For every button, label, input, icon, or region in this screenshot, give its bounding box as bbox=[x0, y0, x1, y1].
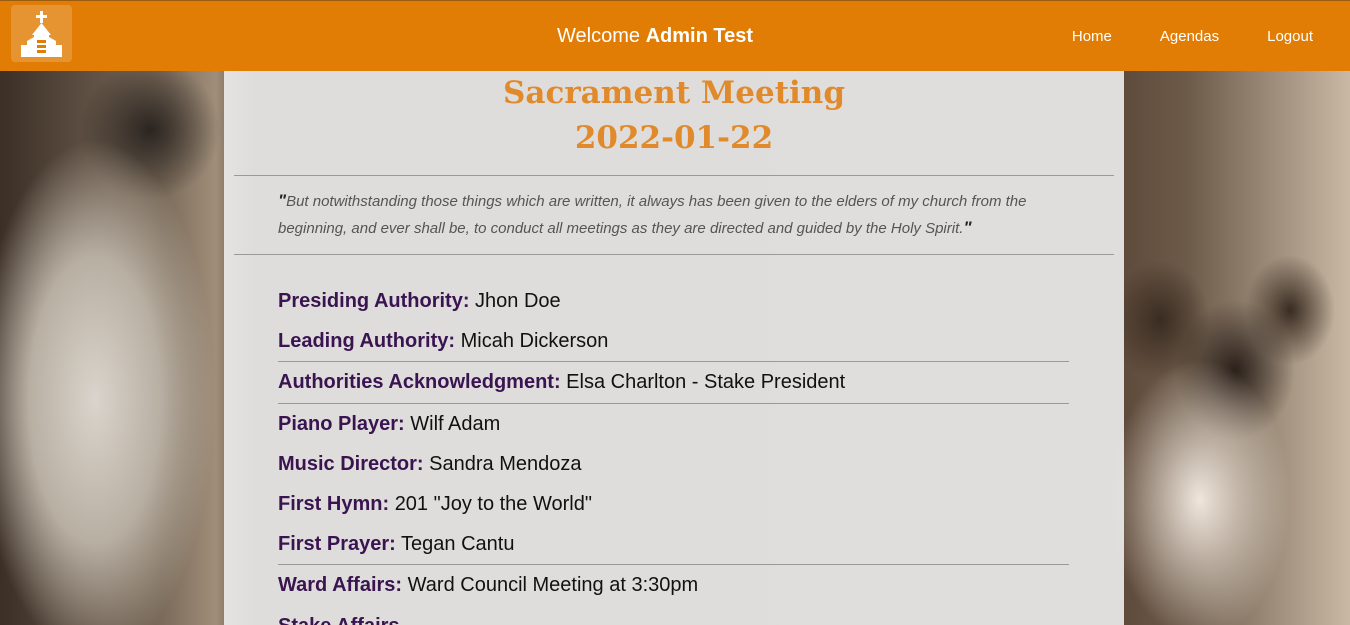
quote-open-mark: " bbox=[278, 191, 287, 210]
row-value: Wilf Adam bbox=[410, 413, 501, 435]
row-label: First Hymn: bbox=[278, 493, 390, 515]
row-value: Ward Council Meeting at 3:30pm bbox=[407, 574, 699, 596]
meeting-title: Sacrament Meeting bbox=[502, 75, 845, 111]
row-value: Tegan Cantu bbox=[401, 533, 515, 555]
agenda-row-first-prayer: First Prayer: Tegan Cantu bbox=[278, 524, 1069, 565]
agenda-row-music-director: Music Director: Sandra Mendoza bbox=[278, 444, 1069, 484]
row-value: 201 "Joy to the World" bbox=[394, 493, 592, 515]
agenda-row-stake-affairs: Stake Affairs bbox=[278, 606, 1069, 625]
agenda-row-first-hymn: First Hymn: 201 "Joy to the World" bbox=[278, 484, 1069, 524]
row-label: Presiding Authority: bbox=[278, 290, 470, 312]
row-label: Piano Player: bbox=[278, 413, 405, 435]
meeting-date: 2022-01-22 bbox=[574, 120, 774, 156]
quote-text: But notwithstanding those things which a… bbox=[278, 193, 1027, 237]
scripture-quote: "But notwithstanding those things which … bbox=[234, 175, 1114, 255]
agenda-row-acknowledgment: Authorities Acknowledgment: Elsa Charlto… bbox=[278, 362, 1069, 404]
row-label: Leading Authority: bbox=[278, 330, 456, 352]
agenda-row-presiding: Presiding Authority: Jhon Doe bbox=[278, 281, 1069, 321]
nav-agendas-link[interactable]: Agendas bbox=[1160, 28, 1219, 45]
quote-close-mark: " bbox=[963, 218, 972, 237]
row-label: Authorities Acknowledgment: bbox=[278, 371, 561, 393]
row-label: Ward Affairs: bbox=[278, 574, 403, 596]
meeting-heading: Sacrament Meeting 2022-01-22 bbox=[224, 71, 1124, 161]
top-navbar: Welcome Admin Test Home Agendas Logout bbox=[0, 0, 1350, 71]
agenda-row-ward-affairs: Ward Affairs: Ward Council Meeting at 3:… bbox=[278, 565, 1069, 606]
row-value: Elsa Charlton - Stake President bbox=[566, 371, 846, 393]
nav-menu: Home Agendas Logout bbox=[1024, 28, 1313, 45]
agenda-card: Sacrament Meeting 2022-01-22 "But notwit… bbox=[224, 71, 1124, 625]
row-value: Sandra Mendoza bbox=[429, 453, 582, 475]
user-name: Admin Test bbox=[645, 25, 753, 47]
agenda-list: Presiding Authority: Jhon Doe Leading Au… bbox=[224, 255, 1124, 625]
row-label: First Prayer: bbox=[278, 533, 396, 555]
welcome-prefix: Welcome bbox=[557, 25, 640, 47]
row-value: Micah Dickerson bbox=[460, 330, 609, 352]
agenda-row-leading: Leading Authority: Micah Dickerson bbox=[278, 321, 1069, 362]
agenda-row-piano: Piano Player: Wilf Adam bbox=[278, 404, 1069, 444]
row-label: Stake Affairs bbox=[278, 615, 400, 625]
row-label: Music Director: bbox=[278, 453, 424, 475]
row-value: Jhon Doe bbox=[475, 290, 561, 312]
nav-home-link[interactable]: Home bbox=[1072, 28, 1112, 45]
nav-logout-link[interactable]: Logout bbox=[1267, 28, 1313, 45]
